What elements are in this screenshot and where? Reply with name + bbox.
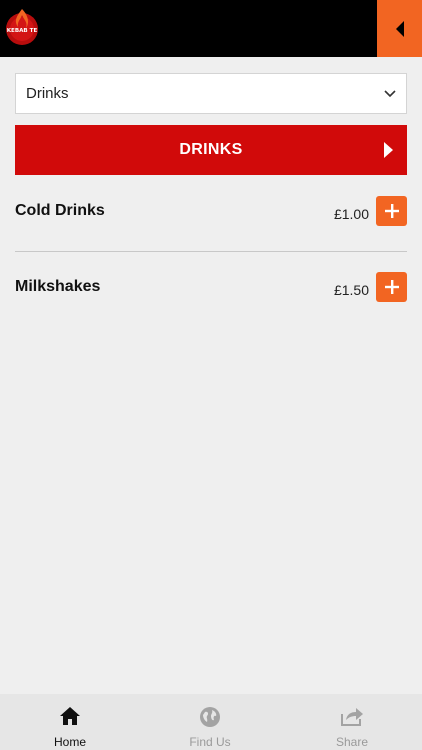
item-price: £1.50 [333, 282, 369, 298]
chevron-right-icon [384, 142, 393, 158]
plus-icon [384, 204, 399, 218]
divider [15, 251, 407, 252]
add-item-button[interactable] [376, 272, 407, 302]
logo-text: KEBAB TE [7, 28, 38, 34]
chevron-down-icon [384, 89, 396, 97]
tab-label: Share [335, 735, 369, 749]
tab-share[interactable]: Share [282, 694, 422, 750]
item-price: £1.00 [333, 206, 369, 222]
share-icon [340, 706, 364, 731]
item-name: Milkshakes [15, 278, 101, 295]
app-logo: KEBAB TE [4, 5, 40, 47]
chevron-left-icon [395, 20, 404, 37]
home-icon [59, 706, 81, 731]
menu-item: Cold Drinks £1.00 [15, 196, 407, 236]
tab-label: Find Us [189, 735, 231, 749]
category-banner[interactable]: DRINKS [15, 125, 407, 175]
tab-home[interactable]: Home [0, 694, 140, 750]
menu-item: Milkshakes £1.50 [15, 272, 407, 312]
tab-bar: Home Find Us Share [0, 694, 422, 750]
item-name: Cold Drinks [15, 202, 105, 219]
category-select-value: Drinks [26, 85, 69, 102]
top-bar: KEBAB TE [0, 0, 422, 57]
globe-icon [199, 706, 221, 733]
category-select[interactable]: Drinks [15, 73, 407, 114]
category-title: DRINKS [179, 141, 243, 158]
add-item-button[interactable] [376, 196, 407, 226]
tab-find-us[interactable]: Find Us [140, 694, 280, 750]
plus-icon [384, 280, 399, 294]
back-button[interactable] [377, 0, 422, 57]
tab-label: Home [53, 735, 86, 749]
